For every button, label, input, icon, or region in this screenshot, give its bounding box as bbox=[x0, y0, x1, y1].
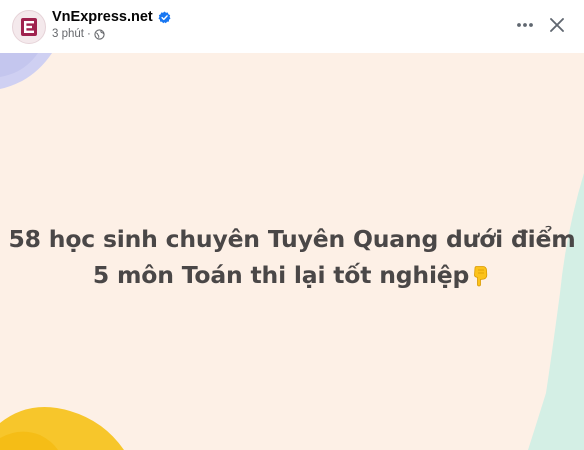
card-headline: 58 học sinh chuyên Tuyên Quang dưới điểm… bbox=[0, 221, 584, 293]
close-button[interactable] bbox=[543, 12, 571, 38]
pointing-down-icon bbox=[474, 266, 488, 287]
meta-separator: · bbox=[86, 28, 91, 40]
post-timestamp[interactable]: 3 phút bbox=[52, 28, 84, 40]
post-container: VnExpress.net 3 phút · 58 học sinh chuyê… bbox=[0, 0, 584, 450]
page-name-link[interactable]: VnExpress.net bbox=[52, 9, 171, 25]
card-headline-line-2: 5 môn Toán thi lại tốt nghiệp bbox=[0, 257, 584, 293]
globe-icon bbox=[94, 28, 105, 40]
text-post-card[interactable]: 58 học sinh chuyên Tuyên Quang dưới điểm… bbox=[0, 53, 584, 450]
card-headline-line-2-text: 5 môn Toán thi lại tốt nghiệp bbox=[92, 261, 470, 289]
page-avatar[interactable] bbox=[12, 10, 46, 44]
close-icon bbox=[550, 18, 564, 32]
card-headline-line-1: 58 học sinh chuyên Tuyên Quang dưới điểm bbox=[8, 225, 576, 253]
post-header: VnExpress.net 3 phút · bbox=[0, 0, 584, 52]
post-meta: 3 phút · bbox=[52, 28, 105, 40]
more-options-button[interactable] bbox=[510, 12, 540, 38]
verified-badge-icon bbox=[158, 10, 171, 23]
more-options-icon bbox=[517, 23, 533, 27]
page-name[interactable]: VnExpress.net bbox=[52, 9, 153, 25]
vnexpress-logo-icon bbox=[21, 18, 37, 36]
